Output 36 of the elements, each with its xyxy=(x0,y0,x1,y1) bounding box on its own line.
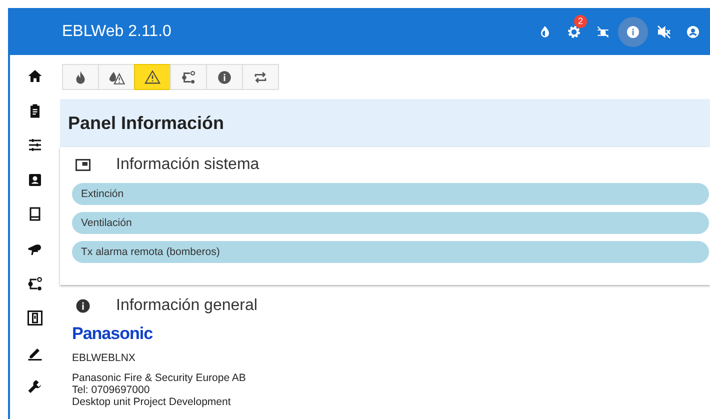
system-item: Extinción xyxy=(72,183,709,205)
sidebar-item[interactable] xyxy=(26,309,44,328)
mute-icon xyxy=(656,24,672,40)
settings-icon xyxy=(566,24,582,40)
tab[interactable] xyxy=(170,64,207,90)
tab[interactable] xyxy=(62,64,99,90)
system-item: Ventilación xyxy=(72,212,709,234)
sidebar-item[interactable] xyxy=(26,67,44,85)
product-name: EBLWEBLNX xyxy=(72,352,136,364)
logo-text: Panasonic xyxy=(72,324,154,344)
window-icon xyxy=(74,156,92,174)
info-icon xyxy=(216,68,233,86)
info-line: Tel: 0709697000 xyxy=(72,384,151,396)
section-title: Información general xyxy=(116,297,258,315)
account-icon xyxy=(684,24,700,40)
tab[interactable] xyxy=(206,64,243,90)
tab[interactable] xyxy=(98,64,135,90)
toolbar-button[interactable]: 2 xyxy=(560,16,587,46)
info-icon xyxy=(625,24,641,40)
info-icon xyxy=(74,297,92,315)
section-title: Información sistema xyxy=(116,156,260,174)
notification-badge: 2 xyxy=(574,14,587,28)
warning-icon xyxy=(144,68,161,86)
home-icon xyxy=(26,67,44,85)
network-icon xyxy=(26,274,44,293)
info-line: Desktop unit Project Development xyxy=(72,396,232,408)
system-item: Tx alarma remota (bomberos) xyxy=(72,241,709,263)
info-line: Panasonic Fire & Security Europe AB xyxy=(72,372,247,384)
sidebar-item[interactable] xyxy=(26,274,44,293)
panel-title: Panel Información xyxy=(68,112,224,134)
tab[interactable] xyxy=(134,64,171,90)
door-icon xyxy=(26,309,44,328)
tab[interactable] xyxy=(242,64,279,90)
app-title: EBLWeb 2.11.0 xyxy=(62,22,172,40)
network-icon xyxy=(180,68,197,86)
toolbar-button[interactable] xyxy=(618,16,648,46)
